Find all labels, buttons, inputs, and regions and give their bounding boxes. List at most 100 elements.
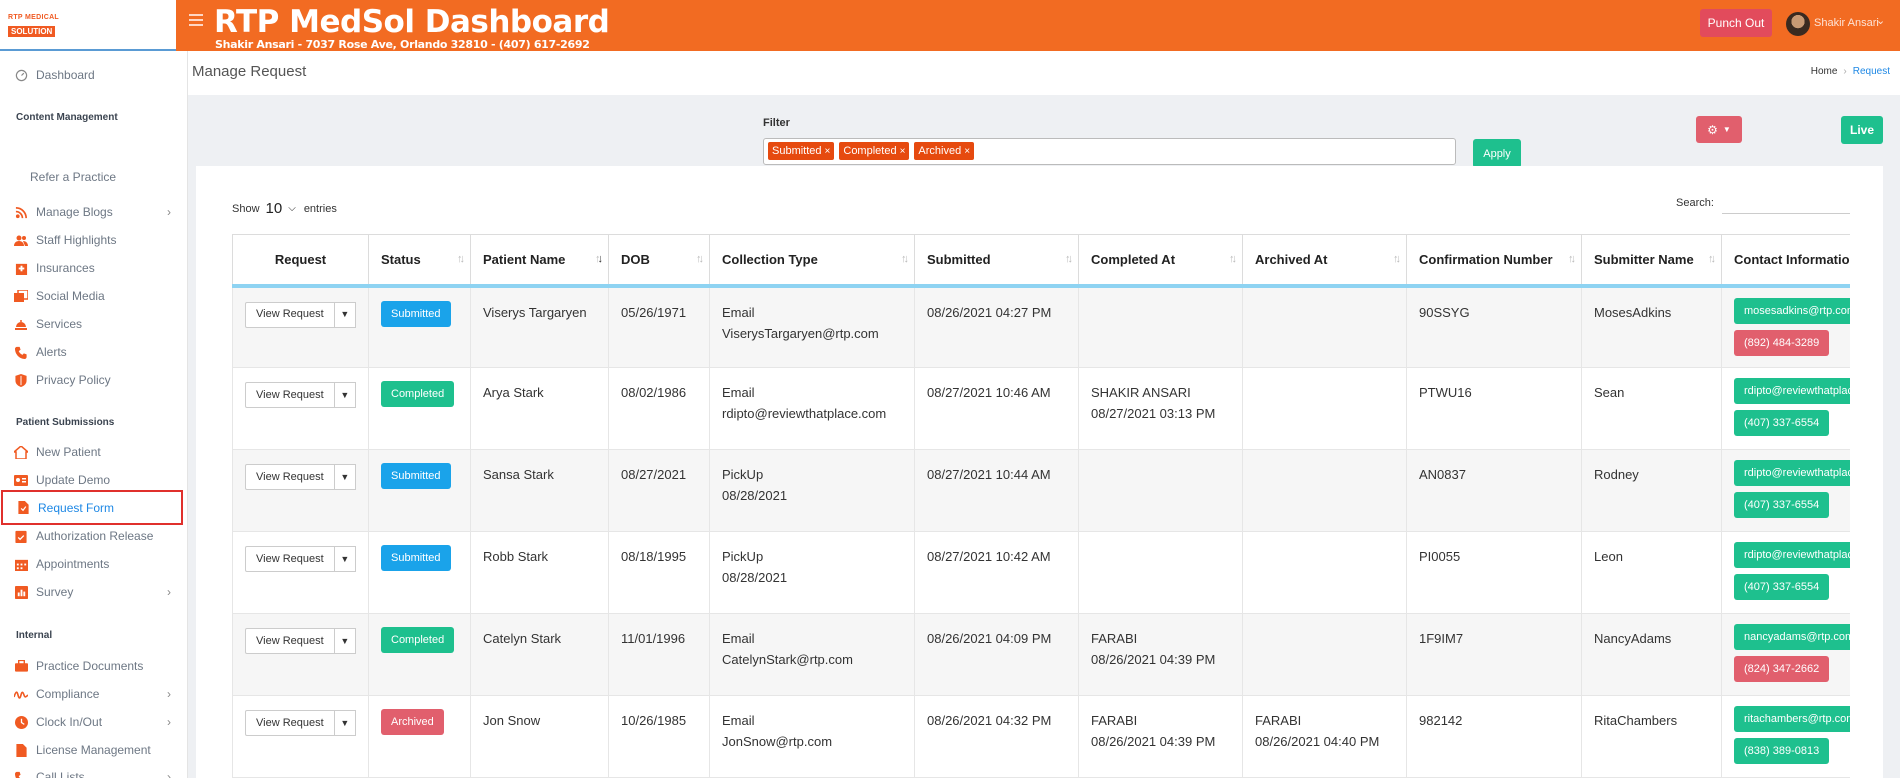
cell-contact-information: ritachambers@rtp.com (838) 389-0813 [1721,695,1850,778]
sidebar-item-refer-practice[interactable]: Refer a Practice [0,166,187,188]
cell-dob: 10/26/1985 [608,695,710,778]
avatar[interactable] [1786,12,1810,36]
sidebar-item-manage-blogs[interactable]: Manage Blogs › [0,201,187,223]
contact-phone-pill[interactable]: (407) 337-6554 [1734,574,1830,600]
sidebar-item-license-management[interactable]: License Management [0,739,187,761]
sidebar-item-update-demo[interactable]: Update Demo [0,469,187,491]
sidebar-item-compliance[interactable]: Compliance › [0,683,187,705]
status-badge: Completed [381,627,455,653]
sidebar-item-survey[interactable]: Survey › [0,581,187,603]
contact-email-pill[interactable]: rdipto@reviewthatplace.com [1734,378,1850,404]
filter-multiselect[interactable]: Submitted × Completed × Archived × [763,138,1456,165]
sidebar-item-practice-documents[interactable]: Practice Documents [0,655,187,677]
view-request-button[interactable]: View Request [245,301,335,328]
sidebar-item-alerts[interactable]: Alerts [0,341,187,363]
contact-email-pill[interactable]: rdipto@reviewthatplace.com [1734,542,1850,568]
sidebar-item-staff-highlights[interactable]: Staff Highlights [0,229,187,251]
caret-down-icon: ▼ [340,717,350,728]
column-header-confirmation-number[interactable]: Confirmation Number ↑↓ [1406,234,1582,288]
cell-request: View Request ▼ [232,285,369,368]
request-actions-dropdown[interactable]: ▼ [334,301,356,328]
collection-method: Email [722,385,755,400]
column-header-submitted[interactable]: Submitted ↑↓ [914,234,1079,288]
cell-contact-information: rdipto@reviewthatplace.com (407) 337-6554 [1721,367,1850,450]
clipboard-check-icon [14,529,28,543]
column-header-patient-name[interactable]: Patient Name ↑↓ [470,234,609,288]
column-header-dob[interactable]: DOB ↑↓ [608,234,710,288]
live-button[interactable]: Live [1841,116,1883,144]
punch-out-button[interactable]: Punch Out [1700,9,1772,37]
contact-email-pill[interactable]: ritachambers@rtp.com [1734,706,1850,732]
caret-down-icon: ▼ [340,553,350,564]
column-header-status[interactable]: Status ↑↓ [368,234,471,288]
search-input[interactable] [1722,194,1850,214]
filter-chip-completed[interactable]: Completed × [839,142,910,160]
chevron-down-icon[interactable]: ⌄ [1876,14,1885,27]
sidebar-item-privacy-policy[interactable]: Privacy Policy [0,369,187,391]
contact-email-pill[interactable]: rdipto@reviewthatplace.com [1734,460,1850,486]
column-header-archived-at[interactable]: Archived At ↑↓ [1242,234,1407,288]
sidebar-item-new-patient[interactable]: New Patient [0,441,187,463]
logo-top-text: RTP MEDICAL [8,14,60,21]
table-header-row: Request Status ↑↓ Patient Name ↑↓ DOB ↑↓ Co… [232,234,1850,288]
filter-chip-submitted[interactable]: Submitted × [768,142,835,160]
sidebar-item-social-media[interactable]: Social Media [0,285,187,307]
entries-select[interactable]: 10 ⌵ [266,200,296,217]
column-header-completed-at[interactable]: Completed At ↑↓ [1078,234,1243,288]
contact-phone-pill[interactable]: (838) 389-0813 [1734,738,1830,764]
contact-email-pill[interactable]: nancyadams@rtp.com [1734,624,1850,650]
contact-phone-pill[interactable]: (892) 484-3289 [1734,329,1830,356]
sidebar-item-call-lists[interactable]: Call Lists › [0,766,187,778]
request-actions-dropdown[interactable]: ▼ [334,628,356,654]
sidebar-item-insurances[interactable]: Insurances [0,257,187,279]
breadcrumb-home[interactable]: Home [1811,66,1838,77]
remove-icon[interactable]: × [900,146,906,157]
table-row: View Request ▼ Submitted Sansa Stark 08/27/2… [232,449,1850,532]
remove-icon[interactable]: × [825,146,831,157]
cell-request: View Request ▼ [232,613,369,696]
logo[interactable]: RTP MEDICAL SOLUTION [0,0,187,51]
view-request-button[interactable]: View Request [245,464,335,490]
cell-submitted: 08/27/2021 10:42 AM [914,531,1079,614]
hamburger-menu-icon[interactable] [189,14,205,28]
view-request-button[interactable]: View Request [245,628,335,654]
column-header-collection-type[interactable]: Collection Type ↑↓ [709,234,915,288]
apply-button[interactable]: Apply [1473,139,1521,168]
sidebar-item-appointments[interactable]: Appointments [0,553,187,575]
view-request-button[interactable]: View Request [245,710,335,736]
remove-icon[interactable]: × [964,146,970,157]
contact-phone-pill[interactable]: (824) 347-2662 [1734,656,1830,682]
contact-phone-pill[interactable]: (407) 337-6554 [1734,410,1830,436]
view-request-button[interactable]: View Request [245,546,335,572]
requests-table-wrapper[interactable]: Request Status ↑↓ Patient Name ↑↓ DOB ↑↓ Co… [232,234,1850,778]
column-header-contact-information[interactable]: Contact Information [1721,234,1850,288]
contact-phone-pill[interactable]: (407) 337-6554 [1734,492,1830,518]
page-header: Manage Request Home › Request [188,51,1900,95]
request-actions-dropdown[interactable]: ▼ [334,710,356,736]
sidebar-item-clock-in-out[interactable]: Clock In/Out › [0,711,187,733]
view-request-button[interactable]: View Request [245,382,335,408]
user-name[interactable]: Shakir Ansari [1814,17,1879,29]
column-header-submitter-name[interactable]: Submitter Name ↑↓ [1581,234,1722,288]
column-header-request[interactable]: Request [232,234,369,288]
settings-dropdown-button[interactable]: ⚙ ▼ [1696,116,1742,143]
sidebar-item-authorization-release[interactable]: Authorization Release [0,525,187,547]
request-actions-dropdown[interactable]: ▼ [334,464,356,490]
chip-label: Submitted [772,145,822,157]
completed-by: SHAKIR ANSARI [1091,385,1191,400]
sidebar-item-dashboard[interactable]: Dashboard [0,64,187,86]
filter-chip-archived[interactable]: Archived × [914,142,975,160]
users-icon [14,233,28,247]
chevron-right-icon: › [167,687,171,701]
sidebar-item-label: Privacy Policy [36,373,111,387]
sidebar-item-services[interactable]: Services [0,313,187,335]
contact-email-pill[interactable]: mosesadkins@rtp.com [1734,297,1850,324]
cell-request: View Request ▼ [232,449,369,532]
request-actions-dropdown[interactable]: ▼ [334,546,356,572]
sidebar: RTP MEDICAL SOLUTION Dashboard Content M… [0,0,188,778]
cell-submitter-name: RitaChambers [1581,695,1722,778]
clock-icon [14,715,28,729]
request-actions-dropdown[interactable]: ▼ [334,382,356,408]
sidebar-item-request-form[interactable]: Request Form [1,490,183,525]
cell-collection-type: Email rdipto@reviewthatplace.com [709,367,915,450]
